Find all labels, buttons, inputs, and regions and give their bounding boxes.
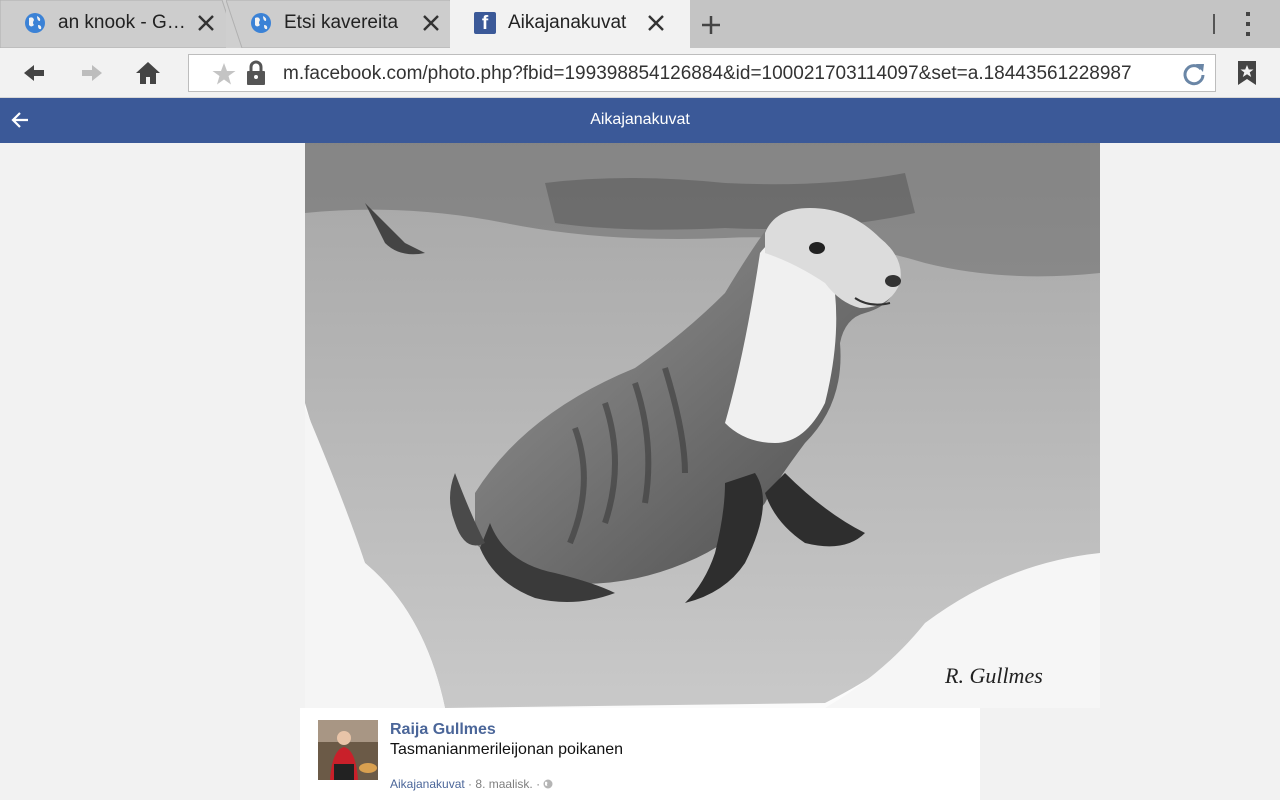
page-title: Aikajanakuvat (590, 111, 690, 128)
forward-icon[interactable] (78, 59, 106, 87)
post-meta: Aikajanakuvat · 8. maalisk. · (390, 777, 553, 791)
facebook-header: Aikajanakuvat (0, 98, 1280, 143)
reload-icon[interactable] (1181, 61, 1207, 87)
meta-separator: · (532, 777, 544, 791)
tab-2[interactable]: Etsi kavereita (226, 0, 466, 48)
tab-title: Aikajanakuvat (508, 12, 627, 33)
post-caption: Raija Gullmes Tasmanianmerileijonan poik… (300, 708, 980, 800)
tab-strip: an knook - G… Etsi kavereita f Aikajanak… (0, 0, 1280, 48)
divider (1213, 14, 1215, 34)
globe-icon (25, 13, 45, 33)
tab-title: Etsi kavereita (284, 12, 399, 33)
avatar[interactable] (318, 720, 378, 780)
sea-lion-drawing: R. Gullmes (305, 143, 1100, 708)
overflow-menu-icon[interactable] (1238, 10, 1258, 38)
lock-icon (247, 60, 265, 85)
address-bar[interactable]: m.facebook.com/photo.php?fbid=1993988541… (188, 54, 1216, 92)
meta-separator: · (464, 777, 476, 791)
avatar-image (318, 720, 378, 780)
globe-icon (251, 13, 271, 33)
caption-text: Tasmanianmerileijonan poikanen (390, 741, 624, 758)
tab-1[interactable]: an knook - G… (0, 0, 230, 48)
url-text: m.facebook.com/photo.php?fbid=1993988541… (283, 63, 1132, 84)
bookmarks-icon[interactable] (1236, 60, 1258, 86)
close-tab-icon[interactable] (195, 12, 217, 34)
tab-3-active[interactable]: f Aikajanakuvat (450, 0, 690, 48)
post-date[interactable]: 8. maalisk. (475, 777, 532, 791)
back-icon[interactable] (20, 59, 48, 87)
facebook-icon: f (474, 12, 496, 34)
home-icon[interactable] (134, 59, 162, 87)
browser-toolbar: m.facebook.com/photo.php?fbid=1993988541… (0, 48, 1280, 98)
star-icon[interactable] (211, 61, 237, 87)
close-tab-icon[interactable] (645, 12, 667, 34)
close-tab-icon[interactable] (420, 12, 442, 34)
photo[interactable]: R. Gullmes (305, 143, 1100, 708)
signature: R. Gullmes (944, 663, 1043, 688)
globe-icon (543, 779, 553, 789)
album-link[interactable]: Aikajanakuvat (390, 777, 465, 791)
author-name[interactable]: Raija Gullmes (390, 721, 496, 739)
new-tab-icon[interactable] (696, 10, 726, 40)
tab-title: an knook - G… (58, 12, 186, 33)
